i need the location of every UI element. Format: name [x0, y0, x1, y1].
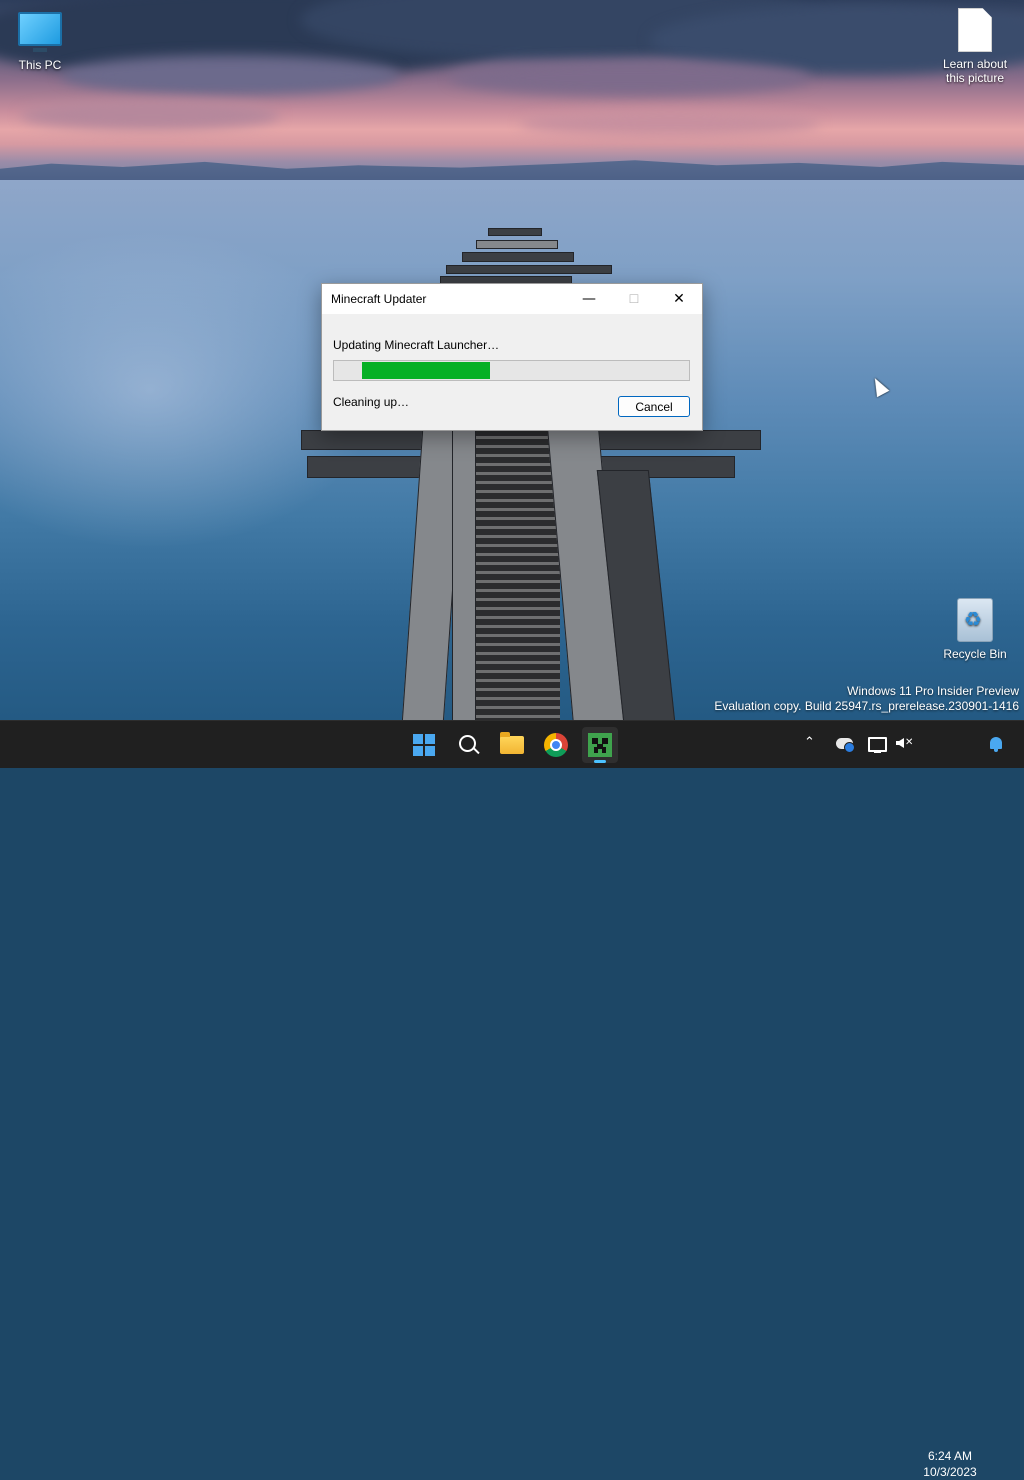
desktop-icon-recycle-bin[interactable]: Recycle Bin [934, 598, 1016, 661]
dialog-titlebar[interactable]: Minecraft Updater — ☐ ✕ [322, 284, 702, 314]
pier-debris [488, 228, 542, 236]
search-icon [459, 735, 476, 752]
recycle-bin-icon [934, 598, 1016, 642]
folder-icon [500, 732, 524, 754]
network-icon[interactable] [868, 737, 887, 753]
taskbar: ⌃ ✕ 6:24 AM 10/3/2023 [0, 720, 1024, 1479]
pier-debris [476, 240, 558, 249]
close-button[interactable]: ✕ [656, 284, 702, 314]
creeper-icon [588, 733, 612, 757]
cloud [60, 55, 400, 95]
file-explorer-button[interactable] [494, 727, 530, 763]
minimize-button[interactable]: — [566, 284, 612, 314]
pier-debris [462, 252, 574, 262]
desktop-icon-label: Recycle Bin [943, 647, 1007, 661]
update-detail-text: Cleaning up… [333, 395, 410, 409]
desktop-icon-label: Learn about this picture [942, 57, 1008, 85]
clock-time: 6:24 AM [927, 1449, 973, 1463]
pier-debris [446, 265, 612, 274]
cloud [20, 100, 280, 130]
watermark-build: Evaluation copy. Build 25947.rs_prerelea… [714, 699, 1019, 713]
show-hidden-icons-button[interactable]: ⌃ [804, 735, 815, 750]
onedrive-cloud-icon[interactable] [836, 738, 855, 753]
monitor-icon [0, 12, 80, 52]
desktop-icon-label: This PC [18, 58, 62, 72]
mute-x-icon: ✕ [905, 737, 914, 748]
cancel-button[interactable]: Cancel [618, 396, 690, 417]
search-button[interactable] [450, 727, 486, 763]
pier-walkway [466, 430, 560, 720]
document-icon [934, 8, 1016, 52]
progress-bar-fill [362, 362, 490, 379]
update-progress-bar [333, 360, 690, 381]
watermark-edition: Windows 11 Pro Insider Preview [847, 684, 1019, 698]
minecraft-updater-dialog: Minecraft Updater — ☐ ✕ Updating Minecra… [321, 283, 703, 431]
notification-bell-icon[interactable] [990, 737, 1002, 752]
desktop-icon-this-pc[interactable]: This PC [0, 12, 80, 72]
cloud [450, 60, 810, 96]
update-status-text: Updating Minecraft Launcher… [333, 338, 500, 352]
desktop-icon-learn-about-picture[interactable]: Learn about this picture [934, 8, 1016, 85]
volume-muted-icon[interactable] [896, 738, 904, 748]
system-clock[interactable]: 6:24 AM 10/3/2023 [918, 1448, 982, 1480]
windows-logo-icon [413, 734, 435, 756]
pier-rail-center [452, 430, 476, 720]
minecraft-launcher-button[interactable] [582, 727, 618, 763]
windows-evaluation-watermark: Windows 11 Pro Insider Preview Evaluatio… [714, 684, 1019, 714]
active-indicator [594, 760, 606, 763]
maximize-button: ☐ [628, 292, 640, 306]
chrome-button[interactable] [538, 727, 574, 763]
dialog-title: Minecraft Updater [331, 292, 427, 306]
clock-date: 10/3/2023 [923, 1465, 977, 1479]
start-button[interactable] [406, 727, 442, 763]
chrome-icon [544, 733, 568, 757]
cloud [520, 110, 820, 136]
